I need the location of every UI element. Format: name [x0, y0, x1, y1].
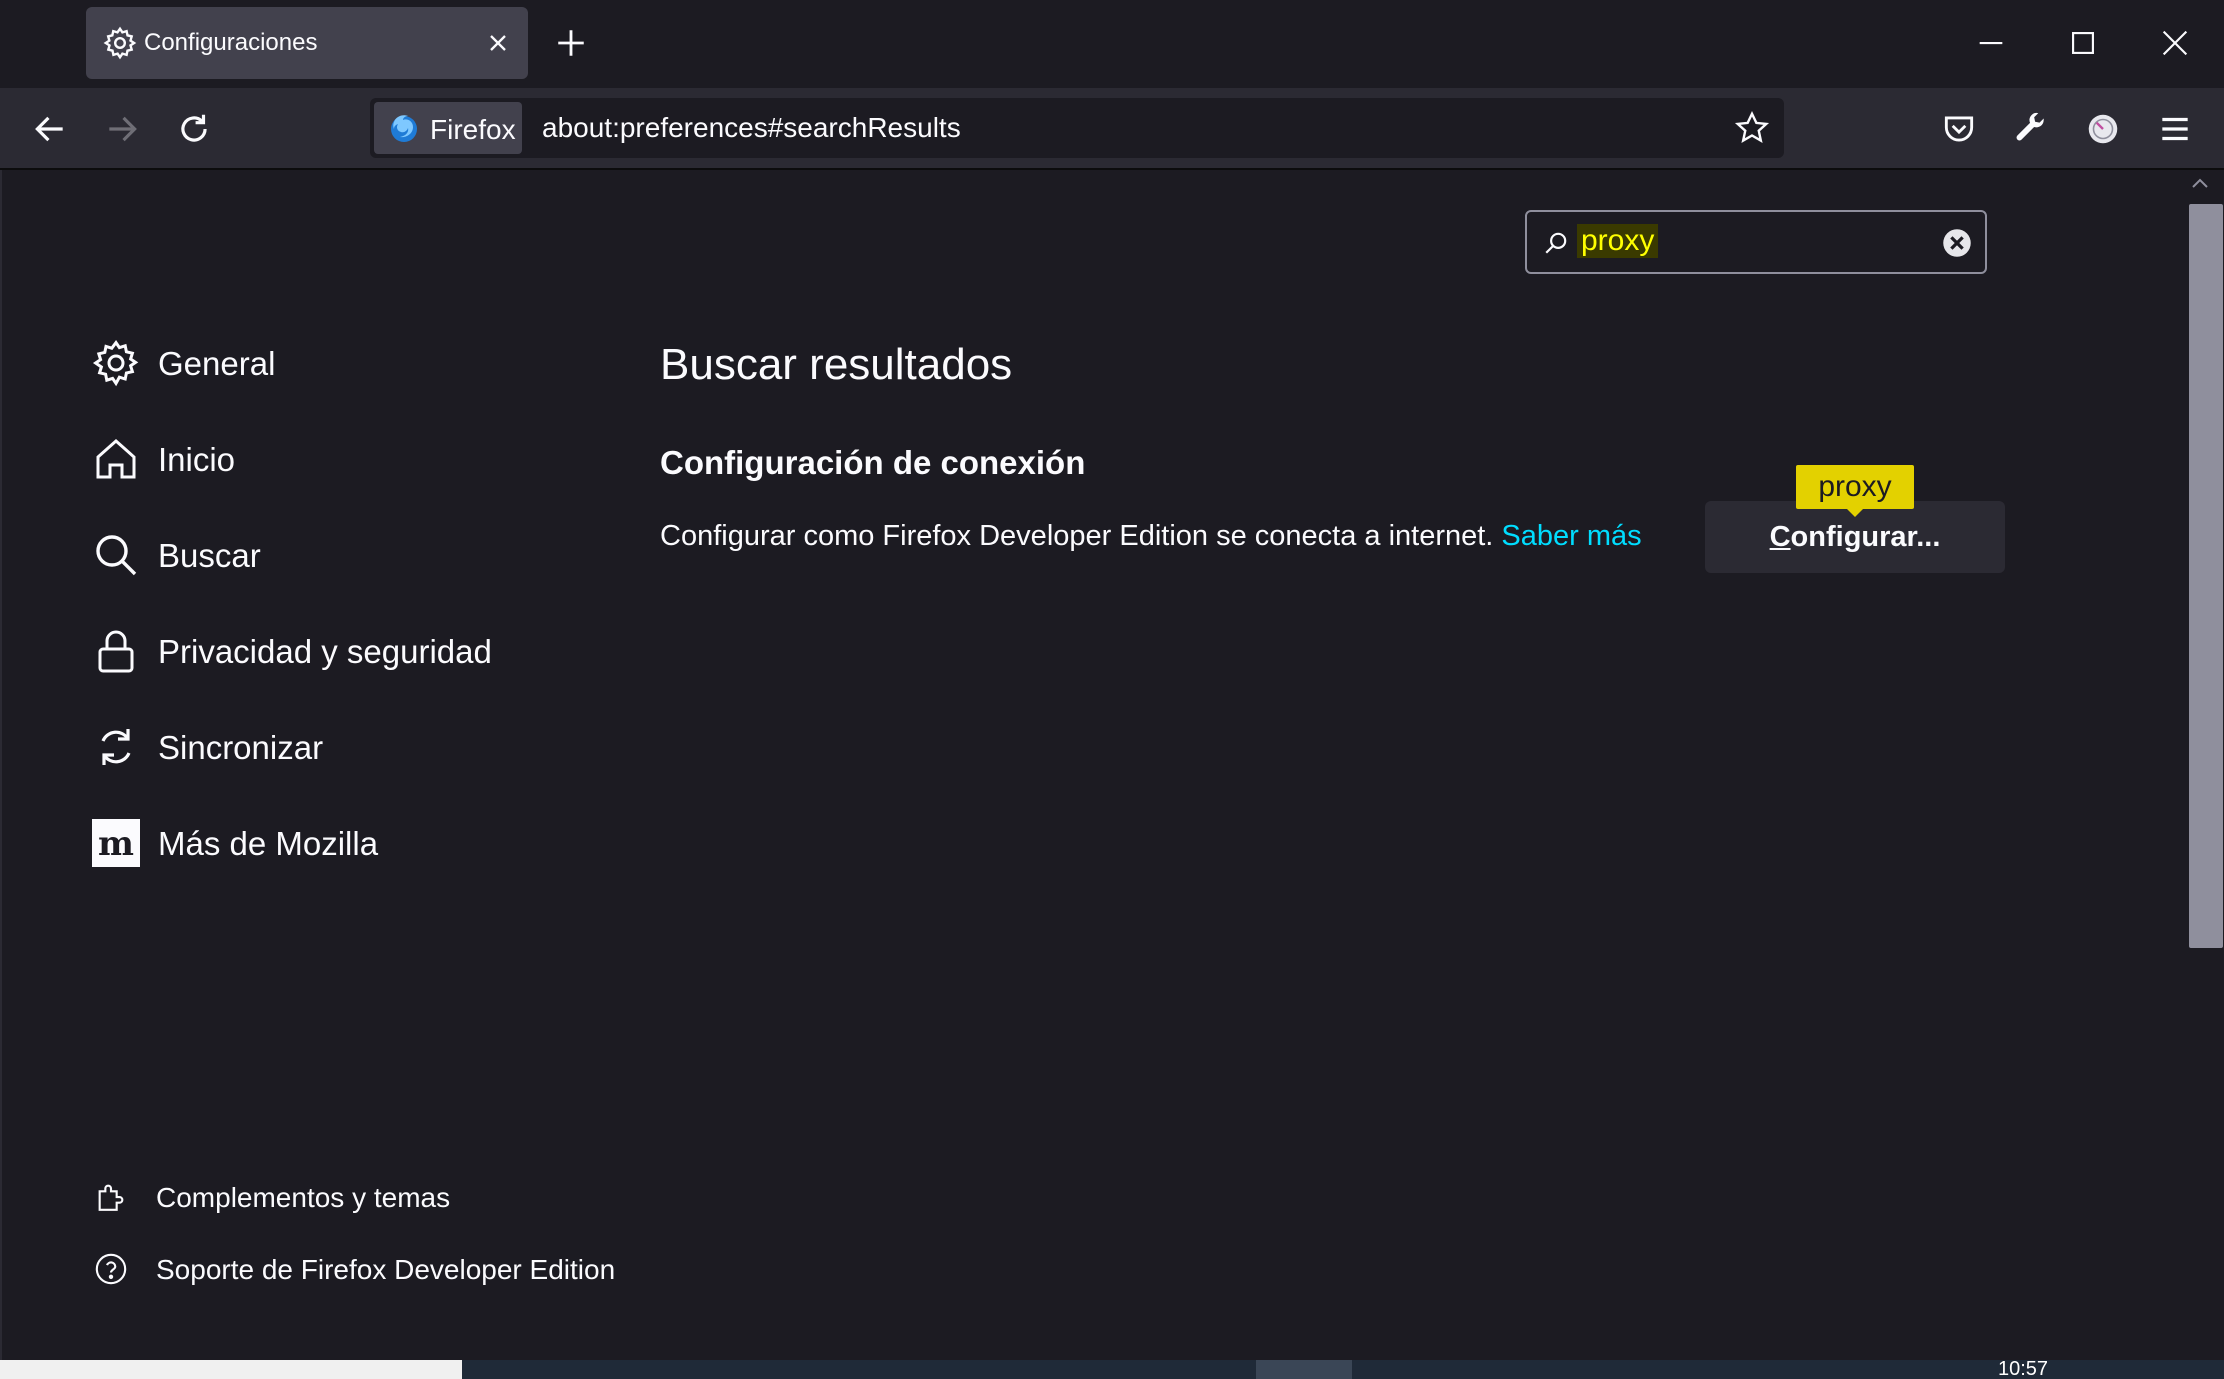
help-icon: [95, 1253, 127, 1285]
category-sincronizar[interactable]: Sincronizar: [90, 719, 610, 775]
back-icon[interactable]: [31, 110, 69, 148]
category-general[interactable]: General: [90, 335, 610, 391]
url-text[interactable]: about:preferences#searchResults: [542, 112, 961, 144]
sync-icon: [101, 729, 131, 765]
support-label: Soporte de Firefox Developer Edition: [156, 1254, 616, 1285]
puzzle-icon: [98, 1184, 124, 1211]
support-link[interactable]: Soporte de Firefox Developer Edition: [94, 1246, 654, 1290]
hamburger-menu-icon[interactable]: [2156, 110, 2194, 148]
identity-box[interactable]: Firefox: [374, 102, 522, 154]
reload-icon[interactable]: [175, 110, 213, 148]
svg-text:m: m: [98, 824, 134, 864]
category-label: Buscar: [158, 537, 261, 574]
home-icon: [96, 438, 136, 479]
category-privacidad[interactable]: Privacidad y seguridad: [90, 623, 610, 679]
preferences-page: proxy General Inicio Buscar Privacidad y…: [0, 170, 2224, 1360]
category-label: Sincronizar: [158, 729, 324, 766]
connection-settings-heading: Configuración de conexión: [660, 444, 1086, 481]
title-bar: Configuraciones: [0, 0, 2224, 88]
bookmark-star-icon[interactable]: [1734, 110, 1770, 146]
pocket-icon[interactable]: [1940, 110, 1978, 148]
account-avatar-icon[interactable]: [2084, 110, 2122, 148]
preferences-search-input[interactable]: proxy: [1525, 210, 1987, 274]
search-icon: [96, 535, 137, 576]
category-inicio[interactable]: Inicio: [90, 431, 610, 487]
search-icon: [1545, 232, 1567, 254]
new-tab-icon[interactable]: [554, 26, 588, 60]
forward-icon[interactable]: [103, 110, 141, 148]
description-text: Configurar como Firefox Developer Editio…: [660, 520, 1494, 552]
url-bar[interactable]: Firefox about:preferences#searchResults: [370, 98, 1784, 158]
scroll-up-arrow-icon[interactable]: [2190, 176, 2210, 190]
category-buscar[interactable]: Buscar: [90, 527, 610, 583]
configure-accesskey: C: [1769, 520, 1791, 553]
connection-settings-description: Configurar como Firefox Developer Editio…: [660, 520, 1642, 553]
tooltip-arrow: [1846, 508, 1864, 517]
maximize-icon[interactable]: [2066, 26, 2100, 60]
search-match-tooltip: proxy: [1796, 465, 1914, 509]
gear-icon: [103, 26, 137, 60]
identity-label: Firefox: [430, 114, 516, 145]
close-tab-icon[interactable]: [484, 29, 512, 57]
window-left-edge: [0, 170, 2, 1360]
firefox-logo-icon: [391, 115, 417, 142]
scrollbar-thumb[interactable]: [2189, 204, 2223, 948]
minimize-icon[interactable]: [1974, 26, 2008, 60]
learn-more-link[interactable]: Saber más: [1501, 520, 1641, 552]
tab-configuraciones[interactable]: Configuraciones: [86, 7, 528, 79]
clear-search-icon[interactable]: [1942, 228, 1972, 258]
category-mozilla[interactable]: m Más de Mozilla: [90, 815, 610, 871]
taskbar-search-area[interactable]: [0, 1360, 462, 1379]
addons-themes-link[interactable]: Complementos y temas: [94, 1174, 654, 1218]
category-label: Inicio: [158, 441, 236, 478]
navigation-bar: Firefox about:preferences#searchResults: [0, 88, 2224, 170]
mozilla-icon: m: [92, 819, 140, 867]
tab-title: Configuraciones: [144, 29, 318, 56]
category-label: General: [158, 345, 276, 382]
taskbar-clock: 10:57: [1998, 1360, 2049, 1379]
developer-tools-wrench-icon[interactable]: [2012, 110, 2050, 148]
close-window-icon[interactable]: [2158, 26, 2192, 60]
os-taskbar: 10:57: [0, 1360, 2224, 1379]
category-label: Privacidad y seguridad: [158, 633, 492, 670]
lock-icon: [98, 630, 134, 673]
addons-themes-label: Complementos y temas: [156, 1182, 451, 1213]
gear-icon: [92, 340, 139, 387]
category-label: Más de Mozilla: [158, 825, 379, 862]
search-value[interactable]: proxy: [1577, 224, 1659, 258]
configure-label: onfigurar...: [1790, 520, 1941, 553]
taskbar-active-app[interactable]: [1256, 1360, 1352, 1379]
page-title: Buscar resultados: [660, 340, 1013, 389]
